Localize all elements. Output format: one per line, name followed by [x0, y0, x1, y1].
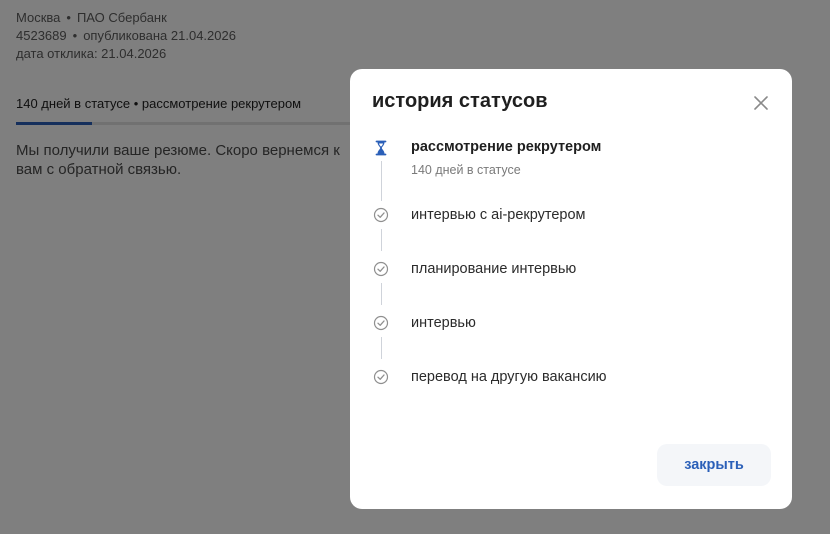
timeline-connector	[381, 161, 382, 201]
check-circle-icon	[373, 207, 389, 223]
status-step-label: перевод на другую вакансию	[411, 369, 607, 385]
status-step-label: планирование интервью	[411, 261, 577, 277]
timeline-connector	[381, 283, 382, 305]
check-circle-icon	[373, 369, 389, 385]
close-button[interactable]: закрыть	[657, 444, 771, 486]
status-history-modal: история статусов рассмотрение рекрутером…	[350, 69, 792, 509]
status-step-duration: 140 дней в статусе	[411, 163, 521, 177]
check-circle-icon	[373, 261, 389, 277]
check-circle-icon	[373, 315, 389, 331]
status-step-label: рассмотрение рекрутером	[411, 139, 602, 155]
timeline-connector	[381, 229, 382, 251]
close-icon[interactable]	[749, 91, 773, 115]
status-step-label: интервью с ai-рекрутером	[411, 207, 586, 223]
status-step-label: интервью	[411, 315, 476, 331]
modal-title: история статусов	[372, 90, 548, 112]
hourglass-icon	[373, 140, 389, 156]
timeline-connector	[381, 337, 382, 359]
